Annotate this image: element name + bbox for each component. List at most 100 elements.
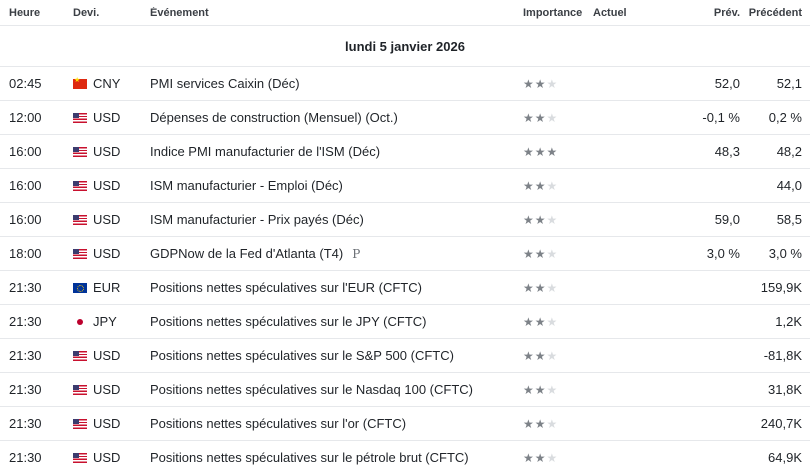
importance-rating: ★ ★ ★ [523,350,593,362]
importance-rating: ★ ★ ★ [523,248,593,260]
event-name[interactable]: Dépenses de construction (Mensuel) (Oct.… [150,110,523,125]
currency-code: USD [93,144,121,159]
forecast-value: -0,1 % [702,110,740,125]
col-header-event[interactable]: Événement [150,7,523,19]
event-name-text[interactable]: Positions nettes spéculatives sur le pét… [150,450,469,465]
event-name[interactable]: Indice PMI manufacturier de l'ISM (Déc) [150,144,523,159]
star-icon: ★ [546,178,558,193]
col-header-actual[interactable]: Actuel [593,7,665,19]
us-flag-icon [73,350,87,361]
star-icon: ★ [546,382,558,397]
event-name-text[interactable]: ISM manufacturier - Prix payés (Déc) [150,212,364,227]
event-name[interactable]: Positions nettes spéculatives sur le S&P… [150,348,523,363]
event-name-text[interactable]: GDPNow de la Fed d'Atlanta (T4) [150,246,343,261]
event-name[interactable]: Positions nettes spéculatives sur le JPY… [150,314,523,329]
star-icon: ★ [546,280,558,295]
col-header-forecast[interactable]: Prév. [665,7,740,19]
star-icon: ★ [546,144,558,159]
table-row[interactable]: 21:30 USD Positions nettes spéculatives su… [0,339,810,373]
economic-calendar: Heure Devi. Événement Importance Actuel … [0,0,810,474]
star-icon: ★ [523,450,534,465]
event-currency: USD [73,110,150,125]
importance-rating: ★ ★ ★ [523,282,593,294]
event-name[interactable]: Positions nettes spéculatives sur l'or (… [150,416,523,431]
event-currency: USD [73,416,150,431]
col-header-importance[interactable]: Importance [523,7,593,19]
event-name-text[interactable]: PMI services Caixin (Déc) [150,76,300,91]
event-currency: USD [73,178,150,193]
table-row[interactable]: 02:45CNYPMI services Caixin (Déc)★★★52,0… [0,67,810,101]
table-row[interactable]: 21:30 USD Positions nettes spéculatives su… [0,373,810,407]
importance-rating: ★ ★ ★ [523,452,593,464]
event-name-text[interactable]: ISM manufacturier - Emploi (Déc) [150,178,343,193]
star-icon: ★ [523,76,534,91]
star-icon: ★ [523,178,534,193]
event-time: 21:30 [9,416,42,431]
event-currency: EUR [73,280,150,295]
table-row[interactable]: 18:00 USD GDPNow de la Fed d'Atlanta (T4) P… [0,237,810,271]
table-row[interactable]: 21:30 EUR Positions nettes spéculatives su… [0,271,810,305]
forecast-value: 59,0 [714,212,740,227]
event-name[interactable]: GDPNow de la Fed d'Atlanta (T4) P [150,246,523,261]
us-flag-icon [73,418,87,429]
importance-rating: ★ ★ ★ [523,316,593,328]
previous-value: 1,2K [775,314,802,329]
event-currency: USD [73,348,150,363]
star-icon: ★ [523,382,534,397]
table-row[interactable]: 16:00 USD ISM manufacturier - Prix payés (… [0,203,810,237]
table-row[interactable]: 21:30 USD Positions nettes spéculatives su… [0,407,810,441]
event-list: 02:45CNYPMI services Caixin (Déc)★★★52,0… [0,67,810,474]
table-row[interactable]: 21:30 USD Positions nettes spéculatives su… [0,441,810,474]
currency-code: JPY [93,314,117,329]
currency-code: USD [93,212,121,227]
col-header-time[interactable]: Heure [0,7,73,19]
star-icon: ★ [534,314,546,329]
previous-value: -81,8K [763,348,802,363]
event-name-text[interactable]: Positions nettes spéculatives sur le Nas… [150,382,473,397]
eu-flag-icon [73,282,87,293]
event-name-text[interactable]: Positions nettes spéculatives sur le JPY… [150,314,426,329]
star-icon: ★ [523,280,534,295]
star-icon: ★ [546,110,558,125]
event-time: 21:30 [9,348,42,363]
us-flag-icon [73,248,87,259]
event-time: 21:30 [9,280,42,295]
event-name-text[interactable]: Dépenses de construction (Mensuel) (Oct.… [150,110,398,125]
forecast-value: 52,0 [714,76,740,91]
previous-value: 52,1 [776,76,802,91]
col-header-currency[interactable]: Devi. [73,7,150,19]
us-flag-icon [73,112,87,123]
col-header-previous[interactable]: Précédent [740,7,810,19]
event-name[interactable]: Positions nettes spéculatives sur le pét… [150,450,523,465]
event-name-text[interactable]: Indice PMI manufacturier de l'ISM (Déc) [150,144,380,159]
previous-value: 240,7K [760,416,802,431]
japan-flag-icon [73,316,87,327]
event-name[interactable]: ISM manufacturier - Prix payés (Déc) [150,212,523,227]
previous-value: 0,2 % [768,110,802,125]
event-name[interactable]: ISM manufacturier - Emploi (Déc) [150,178,523,193]
event-name[interactable]: Positions nettes spéculatives sur le Nas… [150,382,523,397]
table-row[interactable]: 12:00 USD Dépenses de construction (Mensue… [0,101,810,135]
table-row[interactable]: 16:00 USD ISM manufacturier - Emploi (Déc)… [0,169,810,203]
forecast-value: 48,3 [714,144,740,159]
table-row[interactable]: 16:00 USD Indice PMI manufacturier de l'IS… [0,135,810,169]
event-currency: USD [73,246,150,261]
star-icon: ★ [534,178,546,193]
event-time: 16:00 [9,178,42,193]
event-name-text[interactable]: Positions nettes spéculatives sur l'EUR … [150,280,422,295]
currency-code: USD [93,246,121,261]
event-name[interactable]: PMI services Caixin (Déc) [150,76,523,91]
previous-value: 31,8K [768,382,802,397]
us-flag-icon [73,384,87,395]
previous-value: 64,9K [768,450,802,465]
event-name-text[interactable]: Positions nettes spéculatives sur le S&P… [150,348,454,363]
importance-rating: ★ ★ ★ [523,418,593,430]
importance-rating: ★ ★ ★ [523,180,593,192]
star-icon: ★ [546,450,558,465]
star-icon: ★ [534,450,546,465]
table-row[interactable]: 21:30 JPY Positions nettes spéculatives su… [0,305,810,339]
previous-value: 44,0 [776,178,802,193]
event-name-text[interactable]: Positions nettes spéculatives sur l'or (… [150,416,406,431]
star-icon: ★ [523,212,534,227]
event-name[interactable]: Positions nettes spéculatives sur l'EUR … [150,280,523,295]
